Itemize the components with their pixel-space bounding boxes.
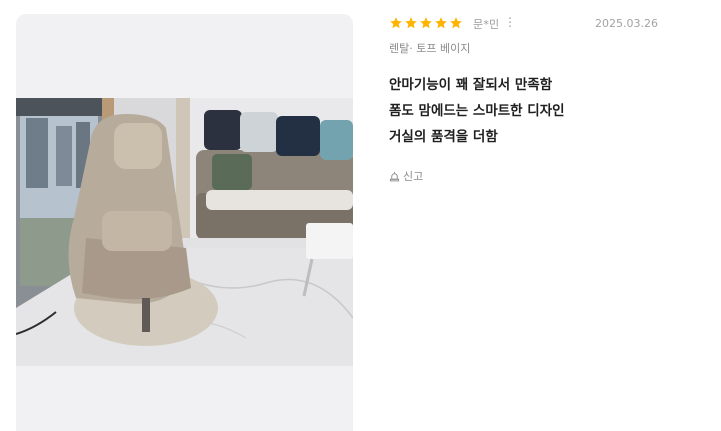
star-icon (435, 17, 447, 29)
reviewer-name: 문*민 (473, 18, 500, 31)
siren-icon (389, 171, 400, 181)
star-icon (450, 17, 462, 29)
review-content-line: 폼도 맘에드는 스마트한 디자인 (389, 103, 565, 119)
review-page: 문*민 ⋮ 2025.03.26 렌탈· 토프 베이지 안마기능이 꽤 잘되서 … (0, 0, 721, 431)
star-icon (390, 17, 402, 29)
rating-row: 문*민 ⋮ 2025.03.26 (389, 14, 689, 34)
star-icon (405, 17, 417, 29)
review-date: 2025.03.26 (595, 17, 658, 30)
kebab-icon[interactable]: ⋮ (504, 15, 516, 29)
review-photo[interactable] (16, 98, 353, 366)
star-icon (420, 17, 432, 29)
review-photo-card[interactable] (16, 14, 353, 431)
purchase-option: 렌탈· 토프 베이지 (389, 42, 471, 55)
report-label: 신고 (403, 170, 424, 183)
review-content-line: 거실의 품격을 더함 (389, 129, 498, 145)
review-content: 안마기능이 꽤 잘되서 만족함 폼도 맘에드는 스마트한 디자인 거실의 품격을… (389, 72, 689, 150)
review-detail: 문*민 ⋮ 2025.03.26 렌탈· 토프 베이지 안마기능이 꽤 잘되서 … (389, 14, 689, 184)
report-button[interactable]: 신고 (389, 168, 423, 184)
star-rating (389, 16, 463, 30)
review-content-line: 안마기능이 꽤 잘되서 만족함 (389, 77, 553, 93)
